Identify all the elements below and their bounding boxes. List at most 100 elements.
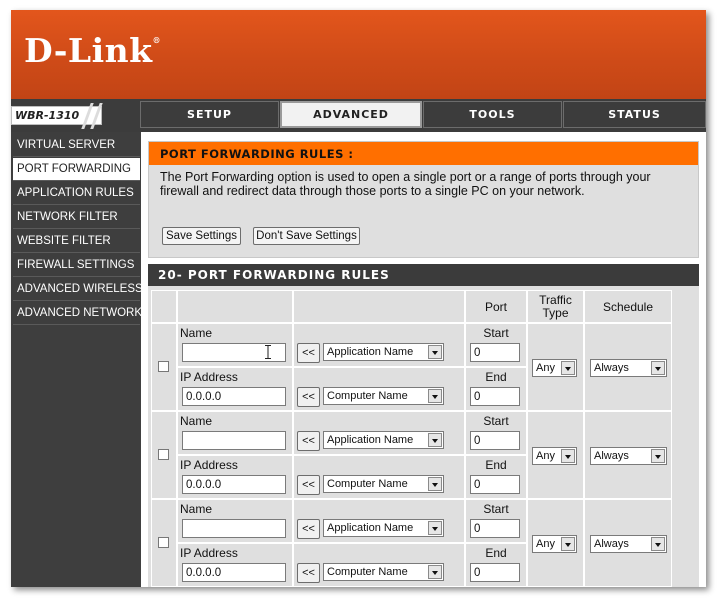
- traffic-type-select[interactable]: Any: [532, 447, 577, 465]
- name-cell: Name: [177, 411, 293, 455]
- computer-select-cell: << Computer Name: [293, 455, 465, 499]
- start-port-input[interactable]: [470, 431, 520, 450]
- schedule-select[interactable]: Always: [590, 447, 667, 465]
- start-label: Start: [483, 502, 509, 516]
- traffic-type-select[interactable]: Any: [532, 359, 577, 377]
- rule-enable-checkbox[interactable]: [158, 449, 169, 460]
- intro-description: The Port Forwarding option is used to op…: [160, 170, 651, 198]
- application-name-select[interactable]: Application Name: [323, 343, 444, 361]
- chevron-down-icon: [428, 477, 442, 491]
- end-port-input[interactable]: [470, 475, 520, 494]
- chevron-down-icon: [561, 449, 575, 463]
- traffic-cell: Any: [527, 499, 584, 587]
- chevron-down-icon: [651, 537, 665, 551]
- start-port-input[interactable]: [470, 343, 520, 362]
- section-title: PORT FORWARDING RULES :: [149, 142, 698, 165]
- copy-application-button[interactable]: <<: [297, 519, 320, 539]
- schedule-cell: Always: [584, 323, 672, 411]
- end-port-cell: End: [465, 455, 527, 499]
- sidebar-item-firewall-settings[interactable]: FIREWALL SETTINGS: [13, 254, 140, 277]
- rule-name-input[interactable]: [182, 431, 286, 450]
- tab-setup[interactable]: SETUP: [140, 101, 279, 128]
- rule-enable-checkbox[interactable]: [158, 361, 169, 372]
- name-cell: Name: [177, 323, 293, 367]
- copy-computer-button[interactable]: <<: [297, 563, 320, 583]
- computer-select-cell: << Computer Name: [293, 367, 465, 411]
- start-label: Start: [483, 326, 509, 340]
- ip-address-label: IP Address: [180, 370, 238, 384]
- chevron-down-icon: [561, 537, 575, 551]
- end-label: End: [485, 370, 507, 384]
- save-settings-button[interactable]: Save Settings: [162, 227, 241, 245]
- intro-panel: PORT FORWARDING RULES : The Port Forward…: [148, 141, 699, 258]
- copy-application-button[interactable]: <<: [297, 431, 320, 451]
- app-select-cell: << Application Name: [293, 411, 465, 455]
- rule-enable-checkbox[interactable]: [158, 537, 169, 548]
- name-label: Name: [180, 326, 213, 340]
- ip-address-input[interactable]: [182, 563, 286, 582]
- dont-save-settings-button[interactable]: Don't Save Settings: [253, 227, 360, 245]
- port-header: Port: [484, 300, 507, 314]
- computer-name-select[interactable]: Computer Name: [323, 563, 444, 581]
- ip-address-input[interactable]: [182, 387, 286, 406]
- end-port-cell: End: [465, 543, 527, 587]
- traffic-cell: Any: [527, 323, 584, 411]
- sidebar-item-advanced-network[interactable]: ADVANCED NETWORK: [13, 302, 142, 325]
- start-port-cell: Start: [465, 323, 527, 367]
- copy-application-button[interactable]: <<: [297, 343, 320, 363]
- app-select-cell: << Application Name: [293, 323, 465, 367]
- rule-name-input[interactable]: [182, 519, 286, 538]
- header-cell-select: [293, 290, 465, 323]
- schedule-header: Schedule: [602, 300, 654, 314]
- main-content: PORT FORWARDING RULES : The Port Forward…: [141, 132, 706, 587]
- chevron-down-icon: [651, 449, 665, 463]
- sidebar-item-advanced-wireless[interactable]: ADVANCED WIRELESS: [13, 278, 143, 301]
- sidebar: VIRTUAL SERVER PORT FORWARDING APPLICATI…: [11, 132, 143, 587]
- end-label: End: [485, 546, 507, 560]
- header-banner: D-Link®: [11, 10, 706, 99]
- chevron-down-icon: [428, 345, 442, 359]
- ip-cell: IP Address: [177, 543, 293, 587]
- header-cell-traffic: Traffic Type: [527, 290, 584, 323]
- start-port-input[interactable]: [470, 519, 520, 538]
- sidebar-item-port-forwarding[interactable]: PORT FORWARDING: [13, 158, 140, 181]
- chevron-down-icon: [428, 433, 442, 447]
- dlink-logo: D-Link®: [24, 31, 162, 70]
- application-name-select[interactable]: Application Name: [323, 431, 444, 449]
- tab-tools[interactable]: TOOLS: [423, 101, 562, 128]
- rules-section-title: 20- PORT FORWARDING RULES: [148, 264, 699, 286]
- tab-advanced[interactable]: ADVANCED: [280, 101, 422, 128]
- tab-status[interactable]: STATUS: [563, 101, 706, 128]
- copy-computer-button[interactable]: <<: [297, 475, 320, 495]
- computer-name-select[interactable]: Computer Name: [323, 387, 444, 405]
- schedule-cell: Always: [584, 499, 672, 587]
- ip-cell: IP Address: [177, 455, 293, 499]
- computer-select-cell: << Computer Name: [293, 543, 465, 587]
- start-label: Start: [483, 414, 509, 428]
- end-label: End: [485, 458, 507, 472]
- sidebar-item-website-filter[interactable]: WEBSITE FILTER: [13, 230, 140, 253]
- traffic-type-select[interactable]: Any: [532, 535, 577, 553]
- sidebar-item-application-rules[interactable]: APPLICATION RULES: [13, 182, 140, 205]
- ip-address-input[interactable]: [182, 475, 286, 494]
- chevron-down-icon: [651, 361, 665, 375]
- end-port-input[interactable]: [470, 563, 520, 582]
- start-port-cell: Start: [465, 499, 527, 543]
- computer-name-select[interactable]: Computer Name: [323, 475, 444, 493]
- header-cell-schedule: Schedule: [584, 290, 672, 323]
- chevron-down-icon: [561, 361, 575, 375]
- app-select-cell: << Application Name: [293, 499, 465, 543]
- schedule-select[interactable]: Always: [590, 535, 667, 553]
- sidebar-item-network-filter[interactable]: NETWORK FILTER: [13, 206, 140, 229]
- header-cell-check: [151, 290, 177, 323]
- ip-address-label: IP Address: [180, 546, 238, 560]
- header-cell-name: [177, 290, 293, 323]
- browser-window: D-Link® WBR-1310 SETUP ADVANCED TOOLS ST…: [11, 10, 706, 587]
- end-port-input[interactable]: [470, 387, 520, 406]
- text-cursor-icon: [265, 345, 271, 359]
- application-name-select[interactable]: Application Name: [323, 519, 444, 537]
- sidebar-item-virtual-server[interactable]: VIRTUAL SERVER: [13, 134, 140, 157]
- copy-computer-button[interactable]: <<: [297, 387, 320, 407]
- check-cell: [151, 323, 177, 411]
- schedule-select[interactable]: Always: [590, 359, 667, 377]
